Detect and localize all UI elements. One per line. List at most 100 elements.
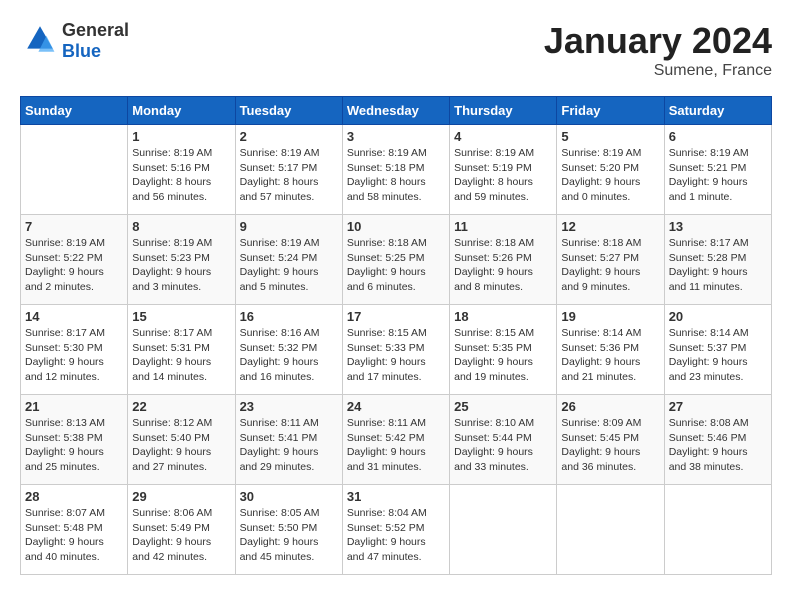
day-number: 19 <box>561 309 659 324</box>
day-cell <box>450 485 557 575</box>
day-info: Sunrise: 8:10 AMSunset: 5:44 PMDaylight:… <box>454 416 552 475</box>
header-cell-monday: Monday <box>128 97 235 125</box>
week-row-2: 7Sunrise: 8:19 AMSunset: 5:22 PMDaylight… <box>21 215 772 305</box>
day-number: 29 <box>132 489 230 504</box>
day-cell: 30 Sunrise: 8:05 AMSunset: 5:50 PMDayligh… <box>235 485 342 575</box>
page-header: General Blue January 2024 Sumene, France <box>20 20 772 80</box>
day-number: 22 <box>132 399 230 414</box>
day-number: 7 <box>25 219 123 234</box>
day-number: 8 <box>132 219 230 234</box>
day-info: Sunrise: 8:19 AMSunset: 5:20 PMDaylight:… <box>561 146 659 205</box>
header-cell-thursday: Thursday <box>450 97 557 125</box>
calendar-body: 1 Sunrise: 8:19 AMSunset: 5:16 PMDaylight… <box>21 125 772 575</box>
day-number: 16 <box>240 309 338 324</box>
day-cell: 22 Sunrise: 8:12 AMSunset: 5:40 PMDayligh… <box>128 395 235 485</box>
day-info: Sunrise: 8:14 AMSunset: 5:37 PMDaylight:… <box>669 326 767 385</box>
day-info: Sunrise: 8:19 AMSunset: 5:21 PMDaylight:… <box>669 146 767 205</box>
day-number: 1 <box>132 129 230 144</box>
day-info: Sunrise: 8:19 AMSunset: 5:19 PMDaylight:… <box>454 146 552 205</box>
day-number: 13 <box>669 219 767 234</box>
day-number: 12 <box>561 219 659 234</box>
day-info: Sunrise: 8:11 AMSunset: 5:42 PMDaylight:… <box>347 416 445 475</box>
day-info: Sunrise: 8:18 AMSunset: 5:27 PMDaylight:… <box>561 236 659 295</box>
day-info: Sunrise: 8:08 AMSunset: 5:46 PMDaylight:… <box>669 416 767 475</box>
day-number: 2 <box>240 129 338 144</box>
day-info: Sunrise: 8:05 AMSunset: 5:50 PMDaylight:… <box>240 506 338 565</box>
logo-icon <box>24 23 56 55</box>
day-number: 3 <box>347 129 445 144</box>
day-number: 6 <box>669 129 767 144</box>
day-number: 10 <box>347 219 445 234</box>
day-cell: 14 Sunrise: 8:17 AMSunset: 5:30 PMDayligh… <box>21 305 128 395</box>
month-title: January 2024 <box>544 20 772 62</box>
day-info: Sunrise: 8:06 AMSunset: 5:49 PMDaylight:… <box>132 506 230 565</box>
day-cell: 23 Sunrise: 8:11 AMSunset: 5:41 PMDayligh… <box>235 395 342 485</box>
day-cell: 12 Sunrise: 8:18 AMSunset: 5:27 PMDayligh… <box>557 215 664 305</box>
day-info: Sunrise: 8:12 AMSunset: 5:40 PMDaylight:… <box>132 416 230 475</box>
day-cell: 20 Sunrise: 8:14 AMSunset: 5:37 PMDayligh… <box>664 305 771 395</box>
day-cell: 25Sunrise: 8:10 AMSunset: 5:44 PMDayligh… <box>450 395 557 485</box>
day-info: Sunrise: 8:19 AMSunset: 5:17 PMDaylight:… <box>240 146 338 205</box>
day-cell: 3Sunrise: 8:19 AMSunset: 5:18 PMDaylight… <box>342 125 449 215</box>
day-cell: 28 Sunrise: 8:07 AMSunset: 5:48 PMDayligh… <box>21 485 128 575</box>
day-cell: 11Sunrise: 8:18 AMSunset: 5:26 PMDayligh… <box>450 215 557 305</box>
day-number: 15 <box>132 309 230 324</box>
day-number: 21 <box>25 399 123 414</box>
calendar-table: SundayMondayTuesdayWednesdayThursdayFrid… <box>20 96 772 575</box>
day-info: Sunrise: 8:11 AMSunset: 5:41 PMDaylight:… <box>240 416 338 475</box>
day-cell: 1 Sunrise: 8:19 AMSunset: 5:16 PMDaylight… <box>128 125 235 215</box>
day-cell: 31 Sunrise: 8:04 AMSunset: 5:52 PMDayligh… <box>342 485 449 575</box>
day-cell <box>21 125 128 215</box>
day-cell: 4 Sunrise: 8:19 AMSunset: 5:19 PMDaylight… <box>450 125 557 215</box>
header-cell-sunday: Sunday <box>21 97 128 125</box>
week-row-5: 28 Sunrise: 8:07 AMSunset: 5:48 PMDayligh… <box>21 485 772 575</box>
header-cell-saturday: Saturday <box>664 97 771 125</box>
day-info: Sunrise: 8:19 AMSunset: 5:16 PMDaylight:… <box>132 146 230 205</box>
day-number: 23 <box>240 399 338 414</box>
day-info: Sunrise: 8:07 AMSunset: 5:48 PMDaylight:… <box>25 506 123 565</box>
day-cell: 2 Sunrise: 8:19 AMSunset: 5:17 PMDaylight… <box>235 125 342 215</box>
day-number: 28 <box>25 489 123 504</box>
day-number: 31 <box>347 489 445 504</box>
day-info: Sunrise: 8:19 AMSunset: 5:24 PMDaylight:… <box>240 236 338 295</box>
day-cell: 15 Sunrise: 8:17 AMSunset: 5:31 PMDayligh… <box>128 305 235 395</box>
day-info: Sunrise: 8:15 AMSunset: 5:35 PMDaylight:… <box>454 326 552 385</box>
logo: General Blue <box>20 20 129 62</box>
day-number: 26 <box>561 399 659 414</box>
day-cell <box>664 485 771 575</box>
day-cell <box>557 485 664 575</box>
day-number: 30 <box>240 489 338 504</box>
day-cell: 21 Sunrise: 8:13 AMSunset: 5:38 PMDayligh… <box>21 395 128 485</box>
day-info: Sunrise: 8:16 AMSunset: 5:32 PMDaylight:… <box>240 326 338 385</box>
day-cell: 8 Sunrise: 8:19 AMSunset: 5:23 PMDaylight… <box>128 215 235 305</box>
day-info: Sunrise: 8:19 AMSunset: 5:23 PMDaylight:… <box>132 236 230 295</box>
day-info: Sunrise: 8:13 AMSunset: 5:38 PMDaylight:… <box>25 416 123 475</box>
week-row-4: 21 Sunrise: 8:13 AMSunset: 5:38 PMDayligh… <box>21 395 772 485</box>
logo-general: General <box>62 20 129 41</box>
day-number: 20 <box>669 309 767 324</box>
day-info: Sunrise: 8:17 AMSunset: 5:30 PMDaylight:… <box>25 326 123 385</box>
week-row-3: 14 Sunrise: 8:17 AMSunset: 5:30 PMDayligh… <box>21 305 772 395</box>
day-info: Sunrise: 8:17 AMSunset: 5:28 PMDaylight:… <box>669 236 767 295</box>
calendar-header: SundayMondayTuesdayWednesdayThursdayFrid… <box>21 97 772 125</box>
day-cell: 7Sunrise: 8:19 AMSunset: 5:22 PMDaylight… <box>21 215 128 305</box>
day-info: Sunrise: 8:18 AMSunset: 5:26 PMDaylight:… <box>454 236 552 295</box>
day-number: 4 <box>454 129 552 144</box>
day-cell: 16 Sunrise: 8:16 AMSunset: 5:32 PMDayligh… <box>235 305 342 395</box>
day-number: 14 <box>25 309 123 324</box>
day-number: 27 <box>669 399 767 414</box>
day-number: 17 <box>347 309 445 324</box>
day-info: Sunrise: 8:04 AMSunset: 5:52 PMDaylight:… <box>347 506 445 565</box>
day-cell: 24Sunrise: 8:11 AMSunset: 5:42 PMDayligh… <box>342 395 449 485</box>
logo-blue: Blue <box>62 41 129 62</box>
day-info: Sunrise: 8:09 AMSunset: 5:45 PMDaylight:… <box>561 416 659 475</box>
day-info: Sunrise: 8:17 AMSunset: 5:31 PMDaylight:… <box>132 326 230 385</box>
header-cell-tuesday: Tuesday <box>235 97 342 125</box>
day-cell: 26 Sunrise: 8:09 AMSunset: 5:45 PMDayligh… <box>557 395 664 485</box>
day-cell: 19Sunrise: 8:14 AMSunset: 5:36 PMDayligh… <box>557 305 664 395</box>
day-cell: 6 Sunrise: 8:19 AMSunset: 5:21 PMDaylight… <box>664 125 771 215</box>
location: Sumene, France <box>544 62 772 80</box>
day-info: Sunrise: 8:15 AMSunset: 5:33 PMDaylight:… <box>347 326 445 385</box>
day-info: Sunrise: 8:18 AMSunset: 5:25 PMDaylight:… <box>347 236 445 295</box>
day-cell: 9Sunrise: 8:19 AMSunset: 5:24 PMDaylight… <box>235 215 342 305</box>
